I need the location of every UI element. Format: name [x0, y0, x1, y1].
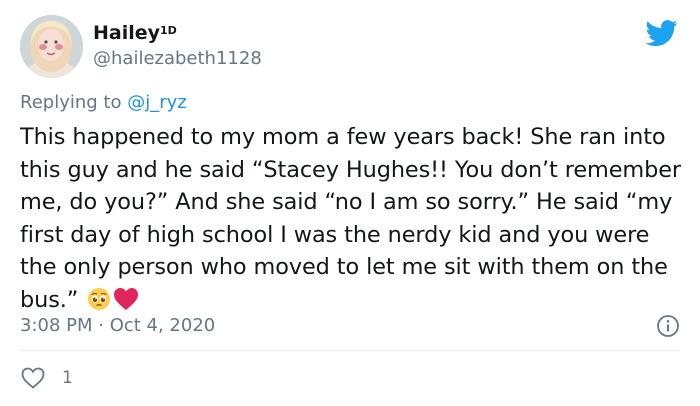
replying-to-label: Replying to: [20, 92, 128, 113]
heart-outline-icon: [21, 367, 45, 389]
tweet-text: This happened to my mom a few years back…: [20, 121, 688, 320]
author-badge: 1D: [160, 24, 177, 37]
info-icon[interactable]: [656, 314, 680, 338]
tweet-timestamp[interactable]: 3:08 PM · Oct 4, 2020: [20, 315, 215, 337]
avatar-image: [20, 15, 83, 78]
author-handle[interactable]: @hailezabeth1128: [93, 48, 262, 70]
like-count: 1: [62, 368, 73, 388]
avatar[interactable]: [20, 15, 83, 78]
twitter-bird-icon[interactable]: [646, 17, 678, 49]
like-button[interactable]: 1: [20, 364, 73, 392]
divider: [20, 350, 680, 351]
reply-mention-link[interactable]: @j_ryz: [127, 92, 187, 113]
author-name[interactable]: Hailey1D: [93, 22, 177, 44]
replying-to: Replying to @j_ryz: [20, 92, 187, 114]
tweet-body: This happened to my mom a few years back…: [20, 124, 682, 313]
